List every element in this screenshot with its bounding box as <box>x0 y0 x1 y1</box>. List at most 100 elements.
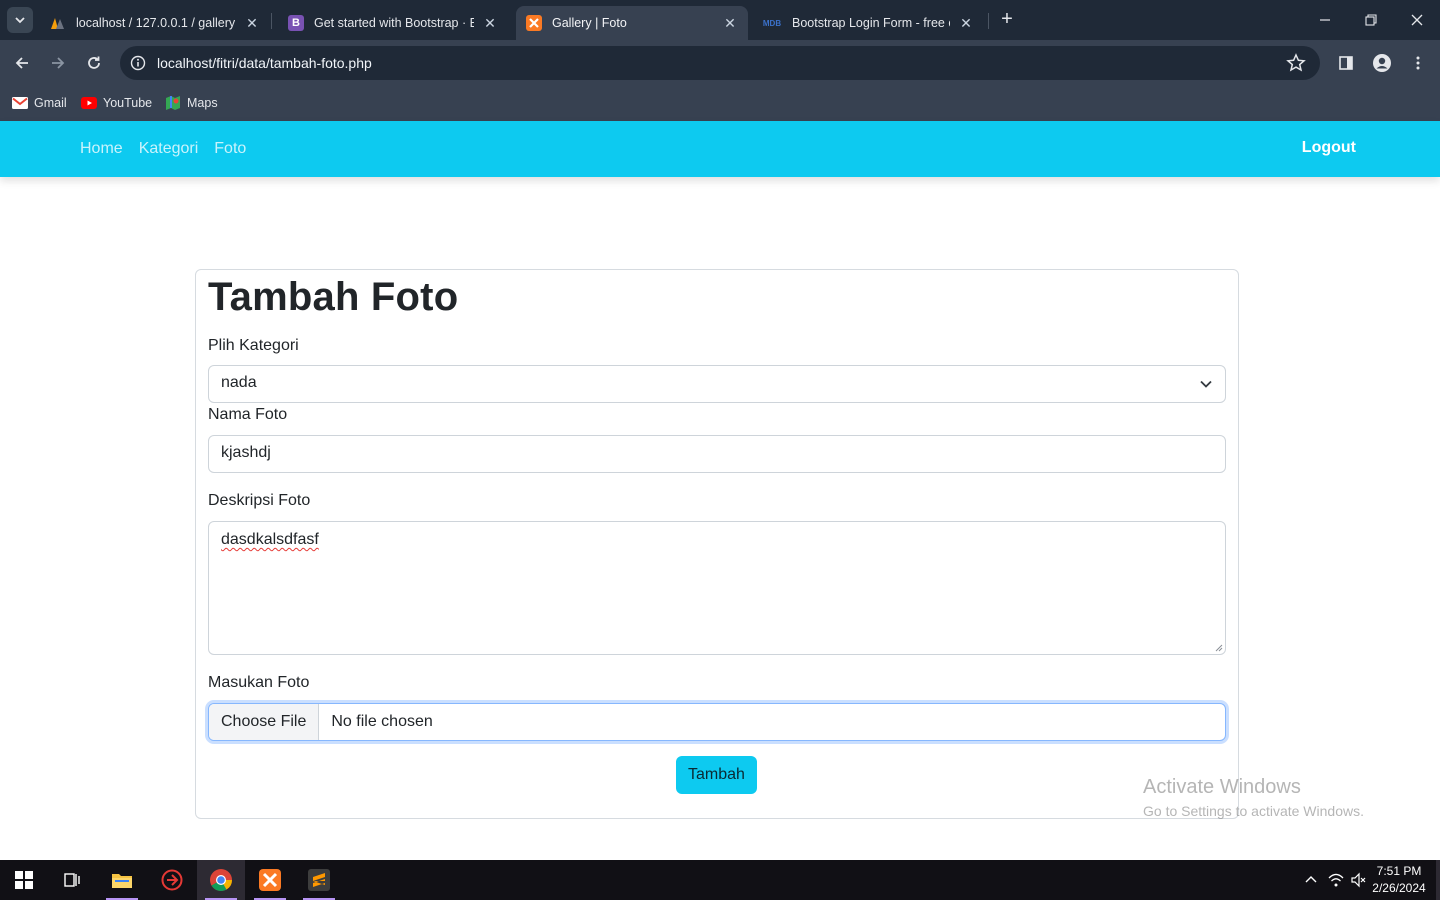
show-desktop-button[interactable] <box>1436 860 1440 900</box>
browser-menu-button[interactable] <box>1405 50 1431 76</box>
nav-link-foto[interactable]: Foto <box>214 140 246 158</box>
youtube-icon <box>81 95 97 111</box>
close-icon[interactable]: ✕ <box>958 15 974 32</box>
foto-file-input[interactable]: Choose File No file chosen <box>208 703 1226 741</box>
taskbar-xampp[interactable] <box>246 860 294 900</box>
address-bar[interactable]: localhost/fitri/data/tambah-foto.php <box>120 46 1320 80</box>
forward-button[interactable] <box>44 49 72 77</box>
logout-link[interactable]: Logout <box>1302 139 1356 157</box>
minimize-button[interactable] <box>1302 0 1348 40</box>
masukan-foto-label: Masukan Foto <box>208 674 310 691</box>
resize-grip-icon[interactable] <box>1215 644 1223 652</box>
choose-file-button[interactable]: Choose File <box>209 704 320 740</box>
watermark-title: Activate Windows <box>1143 776 1301 798</box>
deskripsi-foto-value: dasdkalsdfasf <box>221 531 319 548</box>
tambah-foto-card: Tambah Foto Plih Kategori nada Nama Foto… <box>195 269 1239 819</box>
tab-title: Bootstrap Login Form - free exa <box>792 16 950 30</box>
back-button[interactable] <box>8 49 36 77</box>
nama-foto-input[interactable]: kjashdj <box>208 435 1226 473</box>
close-icon[interactable]: ✕ <box>244 15 260 32</box>
tab-title: Get started with Bootstrap · Boo <box>314 16 474 30</box>
reload-button[interactable] <box>80 49 108 77</box>
task-view-icon <box>64 873 80 887</box>
file-status-text: No file chosen <box>331 713 433 730</box>
side-panel-icon <box>1339 56 1353 70</box>
watermark-subtitle: Go to Settings to activate Windows. <box>1143 803 1364 819</box>
restore-icon <box>1365 14 1377 26</box>
clock-date: 2/26/2024 <box>1372 881 1426 895</box>
start-button[interactable] <box>0 860 48 900</box>
browser-tab-strip: localhost / 127.0.0.1 / gallery / l ✕ B … <box>0 0 1440 40</box>
bookmark-label: YouTube <box>103 96 153 110</box>
taskbar-chrome[interactable] <box>197 860 245 900</box>
tab-mdb-login[interactable]: MDB Bootstrap Login Form - free exa ✕ <box>752 6 984 40</box>
bootstrap-icon: B <box>288 15 304 31</box>
kebab-menu-icon <box>1416 56 1420 70</box>
close-window-button[interactable] <box>1394 0 1440 40</box>
xampp-icon <box>259 869 281 891</box>
mdb-icon: MDB <box>762 18 782 28</box>
side-panel-button[interactable] <box>1333 50 1359 76</box>
taskbar-app-red[interactable] <box>148 860 196 900</box>
network-button[interactable] <box>1326 860 1346 900</box>
browser-toolbar: localhost/fitri/data/tambah-foto.php <box>0 40 1440 86</box>
forward-arrow-icon <box>52 57 65 69</box>
xampp-icon <box>526 15 542 31</box>
tab-gallery-foto[interactable]: Gallery | Foto ✕ <box>516 6 748 40</box>
bookmark-label: Gmail <box>34 96 67 110</box>
close-icon <box>1411 14 1423 26</box>
bookmark-maps[interactable]: Maps <box>165 93 218 113</box>
tab-title: Gallery | Foto <box>552 16 627 30</box>
page-title: Tambah Foto <box>208 275 459 319</box>
taskbar-clock[interactable]: 7:51 PM 2/26/2024 <box>1364 863 1434 897</box>
new-tab-button[interactable]: + <box>996 9 1018 31</box>
chevron-up-icon <box>1305 876 1317 883</box>
tab-title: localhost / 127.0.0.1 / gallery / l <box>76 16 236 30</box>
nama-foto-value: kjashdj <box>221 444 271 461</box>
maps-icon <box>165 95 181 111</box>
bookmark-star-icon[interactable] <box>1286 53 1306 73</box>
chevron-down-icon <box>15 17 25 24</box>
tab-divider <box>988 13 989 29</box>
back-arrow-icon <box>15 57 28 69</box>
tambah-button[interactable]: Tambah <box>676 756 757 794</box>
bookmark-label: Maps <box>187 96 218 110</box>
nav-links: Home Kategori Foto <box>80 121 262 177</box>
gmail-icon <box>12 95 28 111</box>
taskbar-sublime[interactable] <box>295 860 343 900</box>
sublime-text-icon <box>308 869 330 891</box>
task-view-button[interactable] <box>48 860 96 900</box>
kategori-select[interactable]: nada <box>208 365 1226 403</box>
nama-foto-label: Nama Foto <box>208 406 288 423</box>
tab-bootstrap[interactable]: B Get started with Bootstrap · Boo ✕ <box>278 6 508 40</box>
minimize-icon <box>1320 19 1330 21</box>
tab-phpmyadmin[interactable]: localhost / 127.0.0.1 / gallery / l ✕ <box>40 6 270 40</box>
bookmark-gmail[interactable]: Gmail <box>12 93 67 113</box>
windows-logo-icon <box>15 871 33 889</box>
url-text: localhost/fitri/data/tambah-foto.php <box>157 55 372 71</box>
close-icon[interactable]: ✕ <box>722 15 738 32</box>
chevron-down-icon <box>1200 380 1212 388</box>
app-red-icon <box>161 869 183 891</box>
deskripsi-foto-textarea[interactable]: dasdkalsdfasf <box>208 521 1226 655</box>
nav-link-home[interactable]: Home <box>80 140 123 158</box>
windows-taskbar: 7:51 PM 2/26/2024 <box>0 860 1440 900</box>
kategori-selected-value: nada <box>221 374 257 391</box>
chrome-icon <box>210 869 232 891</box>
tray-overflow-button[interactable] <box>1300 860 1322 900</box>
bookmark-youtube[interactable]: YouTube <box>81 93 152 113</box>
reload-icon <box>88 56 100 69</box>
clock-time: 7:51 PM <box>1376 864 1422 878</box>
deskripsi-foto-label: Deskripsi Foto <box>208 492 311 509</box>
close-icon[interactable]: ✕ <box>482 15 498 32</box>
site-info-icon[interactable] <box>130 55 146 71</box>
restore-button[interactable] <box>1348 0 1394 40</box>
folder-icon <box>112 874 132 888</box>
profile-button[interactable] <box>1369 50 1395 76</box>
tab-search-button[interactable] <box>7 7 33 33</box>
nav-link-kategori[interactable]: Kategori <box>139 140 199 158</box>
tab-divider <box>271 13 272 29</box>
activate-windows-watermark: Activate Windows Go to Settings to activ… <box>1143 776 1364 819</box>
profile-avatar-icon <box>1373 54 1391 72</box>
taskbar-file-explorer[interactable] <box>98 860 146 900</box>
